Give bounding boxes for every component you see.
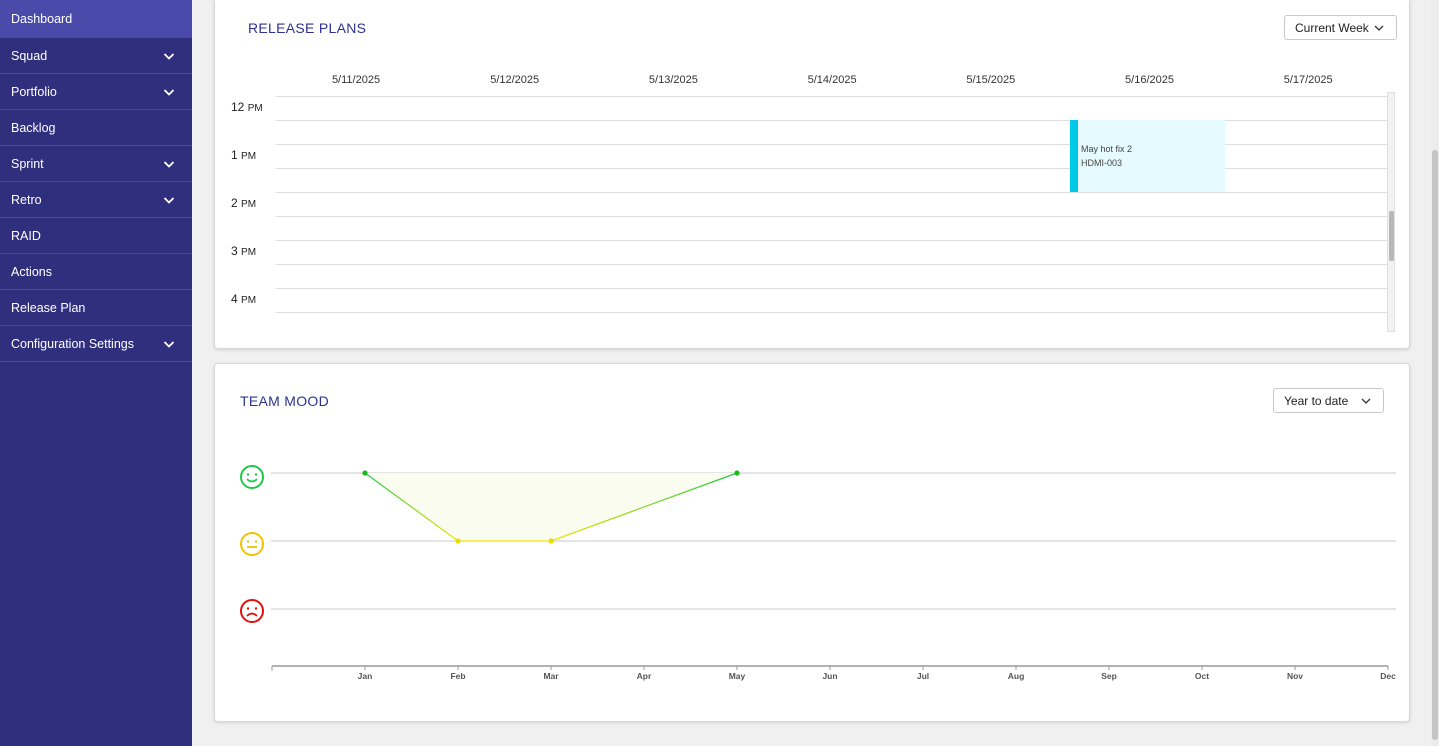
release-event[interactable]: May hot fix 2 HDMI-003 <box>1070 120 1225 192</box>
x-tick-label: Apr <box>637 671 652 681</box>
hour-number: 1 <box>231 148 238 162</box>
calendar-slot-line <box>276 240 1389 241</box>
event-name: May hot fix 2 <box>1081 144 1133 154</box>
sidebar-item-sprint[interactable]: Sprint <box>0 146 192 182</box>
release-plans-title: RELEASE PLANS <box>248 20 367 36</box>
calendar-slot-line <box>276 264 1389 265</box>
chevron-down-icon[interactable] <box>162 157 176 171</box>
team-mood-card: TEAM MOOD Year to date Jan Feb Mar Apr May Ju… <box>214 363 1410 722</box>
sidebar-item-label: Actions <box>11 264 52 279</box>
chevron-down-icon[interactable] <box>162 49 176 63</box>
x-tick-label: Dec <box>1380 671 1396 681</box>
x-tick-label: Oct <box>1195 671 1209 681</box>
mood-point <box>734 470 740 476</box>
calendar-day-header: 5/13/2025 <box>648 74 698 86</box>
chevron-down-icon <box>1372 21 1386 35</box>
sidebar-item-retro[interactable]: Retro <box>0 182 192 218</box>
hour-number: 4 <box>231 292 238 306</box>
hour-ampm: PM <box>241 247 257 258</box>
x-tick-label: Jun <box>822 671 837 681</box>
sidebar-item-backlog[interactable]: Backlog <box>0 110 192 146</box>
sidebar-item-dashboard[interactable]: Dashboard <box>0 0 192 38</box>
release-range-select[interactable]: Current Week <box>1284 15 1397 40</box>
x-tick-label: Mar <box>543 671 559 681</box>
release-plans-card: RELEASE PLANS Current Week 5/11/2025 5/12… <box>214 0 1410 349</box>
sidebar-item-configuration-settings[interactable]: Configuration Settings <box>0 326 192 362</box>
calendar-day-header: 5/11/2025 <box>331 74 381 86</box>
calendar-day-header: 5/12/2025 <box>490 74 540 86</box>
sidebar-item-portfolio[interactable]: Portfolio <box>0 74 192 110</box>
calendar-day-header: 5/16/2025 <box>1125 74 1174 86</box>
calendar-scrollbar[interactable] <box>1387 92 1395 332</box>
page-scrollbar-thumb[interactable] <box>1432 150 1438 740</box>
hour-number: 3 <box>231 244 238 258</box>
hour-ampm: PM <box>241 295 257 306</box>
sidebar-item-release-plan[interactable]: Release Plan <box>0 290 192 326</box>
chevron-down-icon[interactable] <box>162 193 176 207</box>
calendar-slot-line <box>276 96 1389 97</box>
sidebar-item-raid[interactable]: RAID <box>0 218 192 254</box>
hour-number: 12 <box>231 100 245 114</box>
x-tick-label: Sep <box>1101 671 1117 681</box>
calendar-day-header: 5/17/2025 <box>1283 74 1333 86</box>
sidebar: Dashboard Squad Portfolio Backlog Sprint Retr… <box>0 0 192 746</box>
chevron-down-icon[interactable] <box>162 337 176 351</box>
x-tick-label: Jul <box>917 671 929 681</box>
sidebar-item-squad[interactable]: Squad <box>0 38 192 74</box>
sidebar-item-actions[interactable]: Actions <box>0 254 192 290</box>
x-tick-label: Jan <box>358 671 373 681</box>
sidebar-item-label: Dashboard <box>11 11 73 26</box>
calendar-slot-line <box>276 288 1389 289</box>
calendar-day-header: 5/15/2025 <box>966 74 1016 86</box>
x-tick-label: Feb <box>450 671 465 681</box>
mood-area <box>365 473 737 541</box>
main-content: RELEASE PLANS Current Week 5/11/2025 5/12… <box>192 0 1439 746</box>
event-color-bar <box>1070 120 1078 192</box>
calendar-hour-label: 1 PM <box>231 148 256 162</box>
hour-ampm: PM <box>247 103 263 114</box>
x-tick-label: May <box>729 671 746 681</box>
calendar-scrollbar-thumb[interactable] <box>1389 211 1394 261</box>
calendar-day-header: 5/14/2025 <box>807 74 857 86</box>
calendar-hour-label: 12 PM <box>231 100 263 114</box>
sidebar-item-label: Release Plan <box>11 300 86 315</box>
mood-point <box>548 538 554 544</box>
calendar-slot-line <box>276 192 1389 193</box>
sidebar-item-label: Configuration Settings <box>11 336 134 351</box>
x-tick-label: Aug <box>1008 671 1025 681</box>
event-code: HDMI-003 <box>1081 158 1123 168</box>
calendar-slot-line <box>276 216 1389 217</box>
sidebar-item-label: Sprint <box>11 156 44 171</box>
hour-ampm: PM <box>241 199 257 210</box>
mood-point <box>362 470 368 476</box>
hour-ampm: PM <box>241 151 257 162</box>
hour-number: 2 <box>231 196 238 210</box>
calendar-slot-line <box>276 312 1389 313</box>
sidebar-item-label: Backlog <box>11 120 56 135</box>
x-tick-label: Nov <box>1287 671 1303 681</box>
mood-point <box>455 538 461 544</box>
chevron-down-icon[interactable] <box>162 85 176 99</box>
sidebar-item-label: Retro <box>11 192 42 207</box>
calendar-hour-label: 4 PM <box>231 292 256 306</box>
sidebar-item-label: RAID <box>11 228 41 243</box>
sidebar-item-label: Squad <box>11 48 48 63</box>
calendar-hour-label: 2 PM <box>231 196 256 210</box>
release-range-value: Current Week <box>1295 20 1369 35</box>
sidebar-item-label: Portfolio <box>11 84 57 99</box>
page-scrollbar[interactable] <box>1431 0 1439 746</box>
calendar-hour-label: 3 PM <box>231 244 256 258</box>
team-mood-chart: Jan Feb Mar Apr May Jun Jul Aug Sep Oct Nov Dec <box>271 470 1396 681</box>
